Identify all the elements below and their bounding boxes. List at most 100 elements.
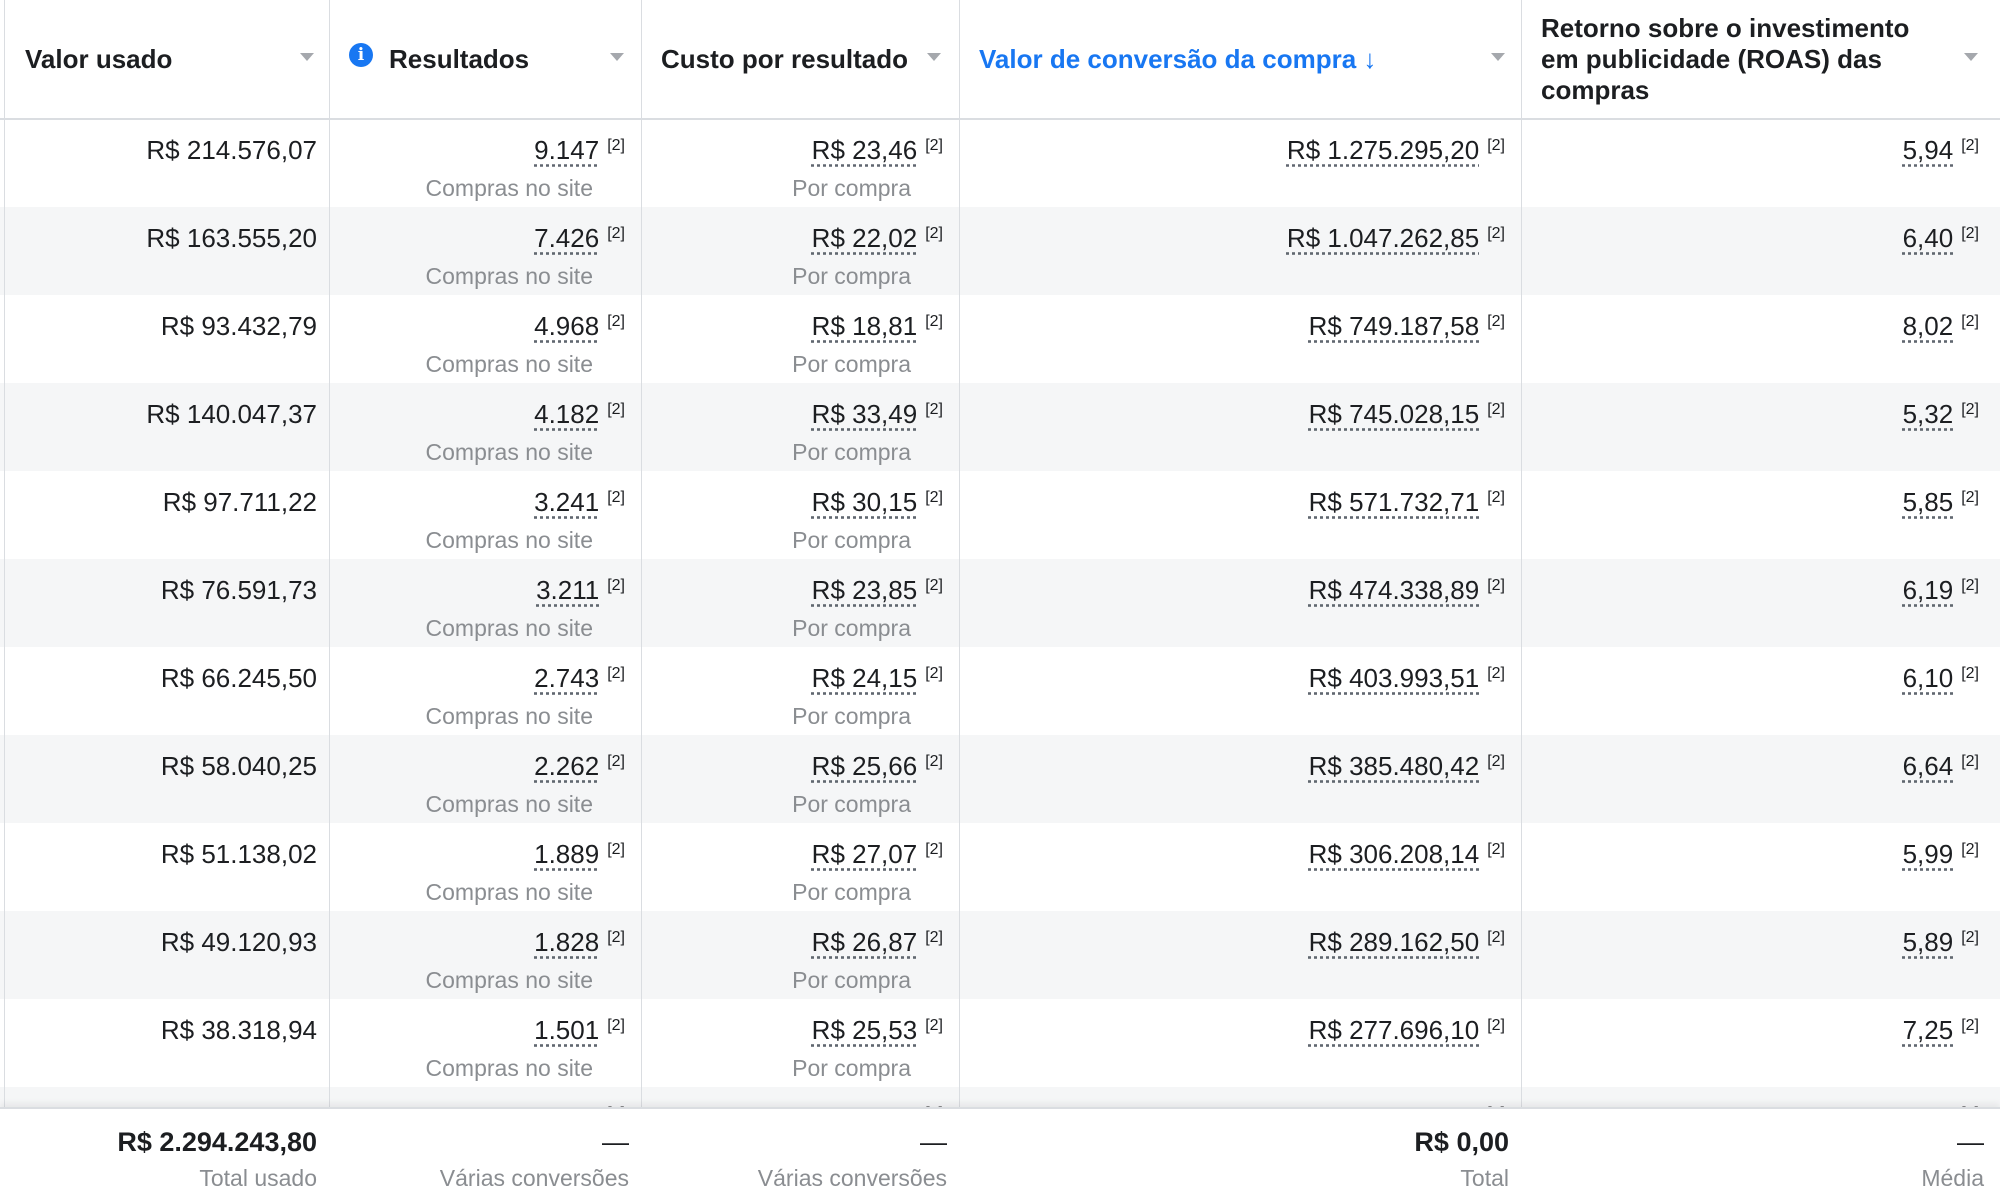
- table-row[interactable]: R$ 97.711,22 3.241 [2] Compras no site R$ 30…: [0, 471, 2000, 559]
- cell-cost: R$ 30,15 [2] Por compra: [641, 471, 943, 559]
- cell-value[interactable]: R$ 25,53 [2]: [812, 1015, 943, 1046]
- cell-value[interactable]: 7,25 [2]: [1903, 1015, 1979, 1046]
- column-header-valor-usado[interactable]: Valor usado: [5, 0, 329, 118]
- footnote-marker: [2]: [1487, 137, 1505, 154]
- column-header-label: Custo por resultado: [661, 43, 909, 74]
- cell-value-text: R$ 76.591,73: [160, 575, 317, 605]
- cell-value[interactable]: 2.262 [2]: [534, 751, 625, 782]
- sort-arrow-icon[interactable]: [1964, 53, 1978, 61]
- cell-conv-value: R$ 749.187,58 [2]: [959, 295, 1505, 383]
- cell-sublabel: Por compra: [792, 967, 911, 993]
- cell-value[interactable]: R$ 23,46 [2]: [812, 135, 943, 166]
- cell-sublabel: Por compra: [792, 879, 911, 905]
- cell-value[interactable]: 9.147 [2]: [534, 135, 625, 166]
- cell-value[interactable]: R$ 289.162,50 [2]: [1309, 927, 1505, 958]
- table-row[interactable]: R$ 214.576,07 9.147 [2] Compras no site R$ 2…: [0, 119, 2000, 207]
- cell-value[interactable]: R$ 30,15 [2]: [812, 487, 943, 518]
- cell-value[interactable]: 1.889 [2]: [534, 839, 625, 870]
- cell-value[interactable]: R$ 277.696,10 [2]: [1309, 1015, 1505, 1046]
- column-divider: [329, 0, 330, 1190]
- cell-value[interactable]: 5,99 [2]: [1903, 839, 1979, 870]
- cell-value[interactable]: 6,40 [2]: [1903, 223, 1979, 254]
- cell-value[interactable]: R$ 474.338,89 [2]: [1309, 575, 1505, 606]
- cell-value[interactable]: 1.828 [2]: [534, 927, 625, 958]
- cell-value[interactable]: 5,94 [2]: [1903, 135, 1979, 166]
- cell-value[interactable]: R$ 22,02 [2]: [812, 223, 943, 254]
- column-header-roas[interactable]: Retorno sobre o investimento em publicid…: [1521, 0, 2000, 118]
- cell-value[interactable]: R$ 27,07 [2]: [812, 839, 943, 870]
- table-row[interactable]: R$ 38.318,94 1.501 [2] Compras no site R$ 25…: [0, 999, 2000, 1087]
- cell-value[interactable]: R$ 26,87 [2]: [812, 927, 943, 958]
- cell-value[interactable]: R$ 33,49 [2]: [812, 399, 943, 430]
- sort-arrow-icon[interactable]: [610, 53, 624, 61]
- table-row[interactable]: R$ 140.047,37 4.182 [2] Compras no site R$ 3…: [0, 383, 2000, 471]
- cell-value-text: R$ 58.040,25: [160, 751, 317, 781]
- cell-value-text: R$ 33,49: [811, 399, 918, 429]
- table-row[interactable]: R$ 163.555,20 7.426 [2] Compras no site R$ 2…: [0, 207, 2000, 295]
- cell-value[interactable]: R$ 385.480,42 [2]: [1309, 751, 1505, 782]
- cell-value[interactable]: R$ 571.732,71 [2]: [1309, 487, 1505, 518]
- cell-value[interactable]: 7.426 [2]: [534, 223, 625, 254]
- cell-value[interactable]: R$ 18,81 [2]: [812, 311, 943, 342]
- footnote-marker: [2]: [1487, 225, 1505, 242]
- cell-value[interactable]: R$ 25,66 [2]: [812, 751, 943, 782]
- cell-sublabel: Compras no site: [425, 439, 593, 465]
- footnote-marker: [2]: [1487, 1017, 1505, 1034]
- cell-value[interactable]: 1.501 [2]: [534, 1015, 625, 1046]
- cell-results: 4.968 [2] Compras no site: [329, 295, 625, 383]
- cell-value[interactable]: R$ 1.275.295,20 [2]: [1287, 135, 1505, 166]
- cell-value-text: R$ 24,15: [811, 663, 918, 693]
- column-header-valor-conversao[interactable]: Valor de conversão da compra ↓: [959, 0, 1521, 118]
- total-valor-usado: R$ 2.294.243,80 Total usado: [5, 1109, 317, 1190]
- cell-value[interactable]: 4.182 [2]: [534, 399, 625, 430]
- table-row[interactable]: R$ 58.040,25 2.262 [2] Compras no site R$ 25…: [0, 735, 2000, 823]
- cell-value[interactable]: R$ 24,15 [2]: [812, 663, 943, 694]
- cell-value: R$ 66.245,50: [161, 663, 317, 694]
- cell-value[interactable]: 4.968 [2]: [534, 311, 625, 342]
- cell-conv-value: R$ 385.480,42 [2]: [959, 735, 1505, 823]
- cell-value-text: R$ 22,02: [811, 223, 918, 253]
- footnote-marker: [2]: [1961, 665, 1979, 682]
- cell-value-text: 8,02: [1902, 311, 1954, 341]
- column-header-custo-por-resultado[interactable]: Custo por resultado: [641, 0, 959, 118]
- cell-value[interactable]: 3.241 [2]: [534, 487, 625, 518]
- cell-value-text: R$ 277.696,10: [1308, 1015, 1480, 1045]
- cell-sublabel: Por compra: [792, 351, 911, 377]
- cell-value[interactable]: 5,85 [2]: [1903, 487, 1979, 518]
- cell-value[interactable]: 8,02 [2]: [1903, 311, 1979, 342]
- cell-value[interactable]: 6,19 [2]: [1903, 575, 1979, 606]
- info-icon[interactable]: i: [349, 43, 373, 67]
- cell-value[interactable]: R$ 306.208,14 [2]: [1309, 839, 1505, 870]
- table-row[interactable]: R$ 66.245,50 2.743 [2] Compras no site R$ 24…: [0, 647, 2000, 735]
- footnote-marker: [2]: [925, 929, 943, 946]
- cell-value[interactable]: 5,32 [2]: [1903, 399, 1979, 430]
- cell-value[interactable]: 3.211 [2]: [536, 575, 625, 606]
- cell-roas: 6,40 [2]: [1521, 207, 1979, 295]
- sort-arrow-icon[interactable]: [300, 53, 314, 61]
- cell-value[interactable]: 6,10 [2]: [1903, 663, 1979, 694]
- cell-value[interactable]: 6,64 [2]: [1903, 751, 1979, 782]
- cell-value-text: 5,85: [1902, 487, 1954, 517]
- cell-value[interactable]: 5,89 [2]: [1903, 927, 1979, 958]
- table-row[interactable]: R$ 49.120,93 1.828 [2] Compras no site R$ 26…: [0, 911, 2000, 999]
- cell-value-text: 5,32: [1902, 399, 1954, 429]
- footnote-marker: [2]: [607, 577, 625, 594]
- cell-results: 1.889 [2] Compras no site: [329, 823, 625, 911]
- table-row[interactable]: R$ 76.591,73 3.211 [2] Compras no site R$ 23…: [0, 559, 2000, 647]
- cell-sublabel: Compras no site: [425, 351, 593, 377]
- sort-arrow-icon[interactable]: [927, 53, 941, 61]
- cell-value[interactable]: R$ 23,85 [2]: [812, 575, 943, 606]
- sort-arrow-icon[interactable]: [1491, 53, 1505, 61]
- cell-value[interactable]: 2.743 [2]: [534, 663, 625, 694]
- cell-value[interactable]: R$ 745.028,15 [2]: [1309, 399, 1505, 430]
- column-divider: [959, 0, 960, 1190]
- table-row[interactable]: R$ 51.138,02 1.889 [2] Compras no site R$ 27…: [0, 823, 2000, 911]
- table-row[interactable]: R$ 93.432,79 4.968 [2] Compras no site R$ 18…: [0, 295, 2000, 383]
- column-header-resultados[interactable]: i Resultados: [329, 0, 641, 118]
- cell-value[interactable]: R$ 1.047.262,85 [2]: [1287, 223, 1505, 254]
- cell-value[interactable]: R$ 749.187,58 [2]: [1309, 311, 1505, 342]
- cell-roas: 5,32 [2]: [1521, 383, 1979, 471]
- cell-value[interactable]: R$ 403.993,51 [2]: [1309, 663, 1505, 694]
- cell-results: 1.501 [2] Compras no site: [329, 999, 625, 1087]
- cell-value-text: R$ 1.275.295,20: [1286, 135, 1480, 165]
